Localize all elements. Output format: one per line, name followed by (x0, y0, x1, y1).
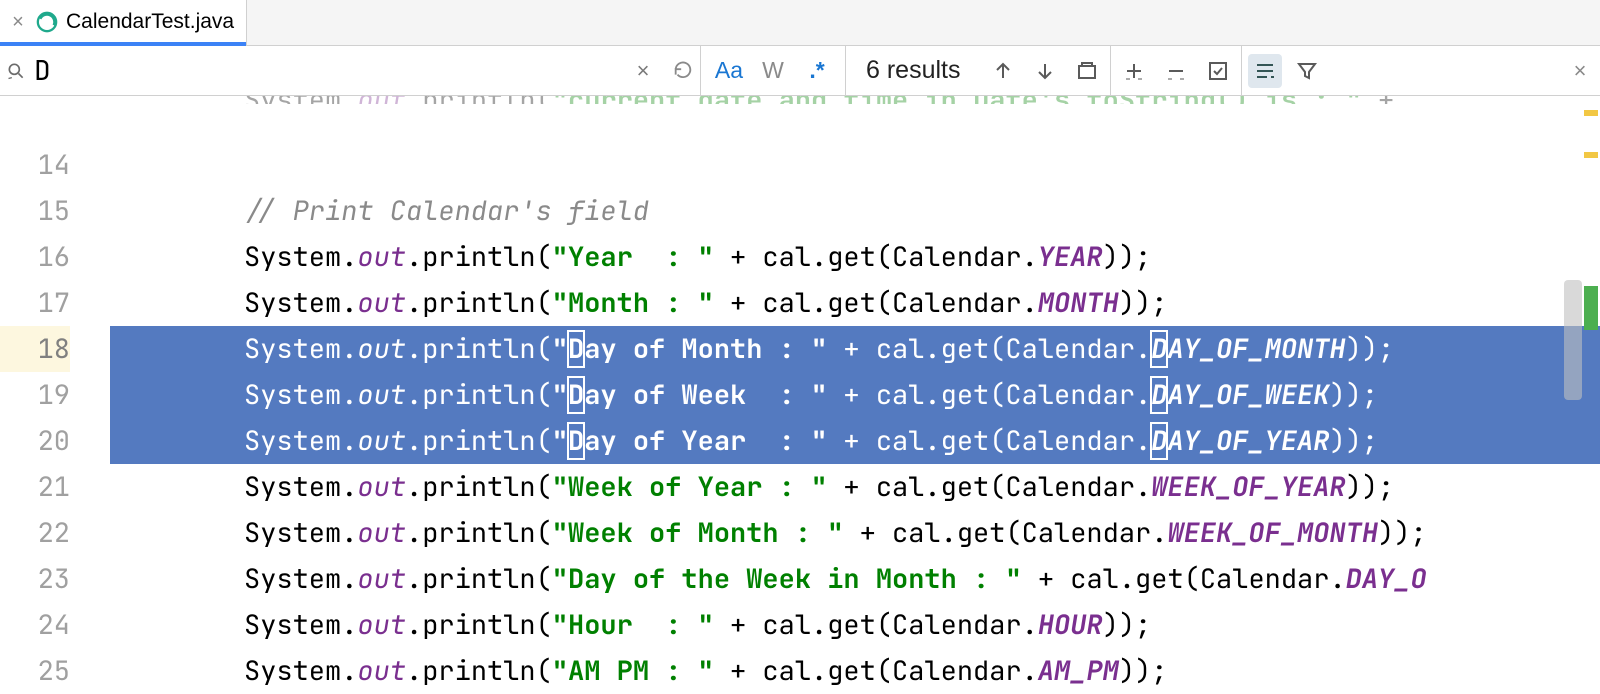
whole-word-toggle[interactable]: W (751, 52, 795, 90)
line-number: 22 (0, 510, 70, 556)
java-class-icon (36, 11, 58, 33)
filter-icon[interactable] (1290, 54, 1324, 88)
next-match-icon[interactable] (1028, 54, 1062, 88)
match-options: Aa W .* (701, 46, 845, 95)
line-number: 14 (0, 142, 70, 188)
find-input[interactable] (34, 46, 620, 95)
error-stripe[interactable] (1582, 96, 1600, 694)
code-line[interactable]: System.out.println("AM PM : " + cal.get(… (244, 648, 1600, 694)
editor-tab[interactable]: × CalendarTest.java (0, 0, 247, 45)
code-line[interactable]: System.out.println("Week of Year : " + c… (244, 464, 1600, 510)
line-number: 21 (0, 464, 70, 510)
line-number: 19 (0, 372, 70, 418)
nav-buttons (980, 46, 1110, 95)
editor-tab-bar: × CalendarTest.java (0, 0, 1600, 46)
line-number: 23 (0, 556, 70, 602)
line-number: 20 (0, 418, 70, 464)
filter-buttons (1242, 46, 1330, 95)
search-history-icon[interactable] (666, 46, 700, 96)
search-icon[interactable] (4, 61, 28, 81)
line-number: 17 (0, 280, 70, 326)
code-line[interactable]: System.out.println("Day of the Week in M… (244, 556, 1600, 602)
line-number (0, 96, 70, 142)
find-bar: × Aa W .* 6 results × (0, 46, 1600, 96)
code-line[interactable]: System.out.println("Hour : " + cal.get(C… (244, 602, 1600, 648)
selection-margin (110, 96, 244, 694)
results-count: 6 results (846, 46, 980, 95)
code-line[interactable] (244, 142, 1600, 188)
match-case-toggle[interactable]: Aa (707, 52, 751, 90)
vertical-scrollbar[interactable] (1564, 280, 1582, 400)
code-line[interactable]: // Print Calendar's field (244, 188, 1600, 234)
clear-search-icon[interactable]: × (626, 46, 660, 96)
code-line[interactable]: System.out.println("Month : " + cal.get(… (244, 280, 1600, 326)
line-number: 24 (0, 602, 70, 648)
code-line[interactable]: System.out.println("Day of Month : " + c… (244, 326, 1600, 372)
active-tab-indicator (0, 42, 246, 46)
regex-toggle[interactable]: .* (795, 52, 839, 90)
code-line[interactable]: System.out.println("Year : " + cal.get(C… (244, 234, 1600, 280)
tab-filename: CalendarTest.java (66, 10, 234, 34)
line-number: 25 (0, 648, 70, 694)
code-line[interactable]: System.out.println("Day of Week : " + ca… (244, 372, 1600, 418)
select-all-occurrences-icon[interactable] (1070, 54, 1104, 88)
close-findbar-icon[interactable]: × (1560, 46, 1600, 95)
line-number: 16 (0, 234, 70, 280)
in-selection-icon[interactable] (1248, 54, 1282, 88)
code-line[interactable]: System.out.println("Day of Year : " + ca… (244, 418, 1600, 464)
code-area[interactable]: System.out.println("current date and tim… (244, 96, 1600, 694)
code-editor[interactable]: 141516171819202122232425 System.out.prin… (0, 96, 1600, 694)
line-number-gutter: 141516171819202122232425 (0, 96, 110, 694)
code-line[interactable]: System.out.println("Week of Month : " + … (244, 510, 1600, 556)
remove-selection-icon[interactable] (1159, 54, 1193, 88)
add-selection-icon[interactable] (1117, 54, 1151, 88)
line-number: 18 (0, 326, 70, 372)
line-number: 15 (0, 188, 70, 234)
close-icon[interactable]: × (8, 11, 28, 34)
extra-buttons (1111, 46, 1241, 95)
prev-match-icon[interactable] (986, 54, 1020, 88)
select-all-icon[interactable] (1201, 54, 1235, 88)
